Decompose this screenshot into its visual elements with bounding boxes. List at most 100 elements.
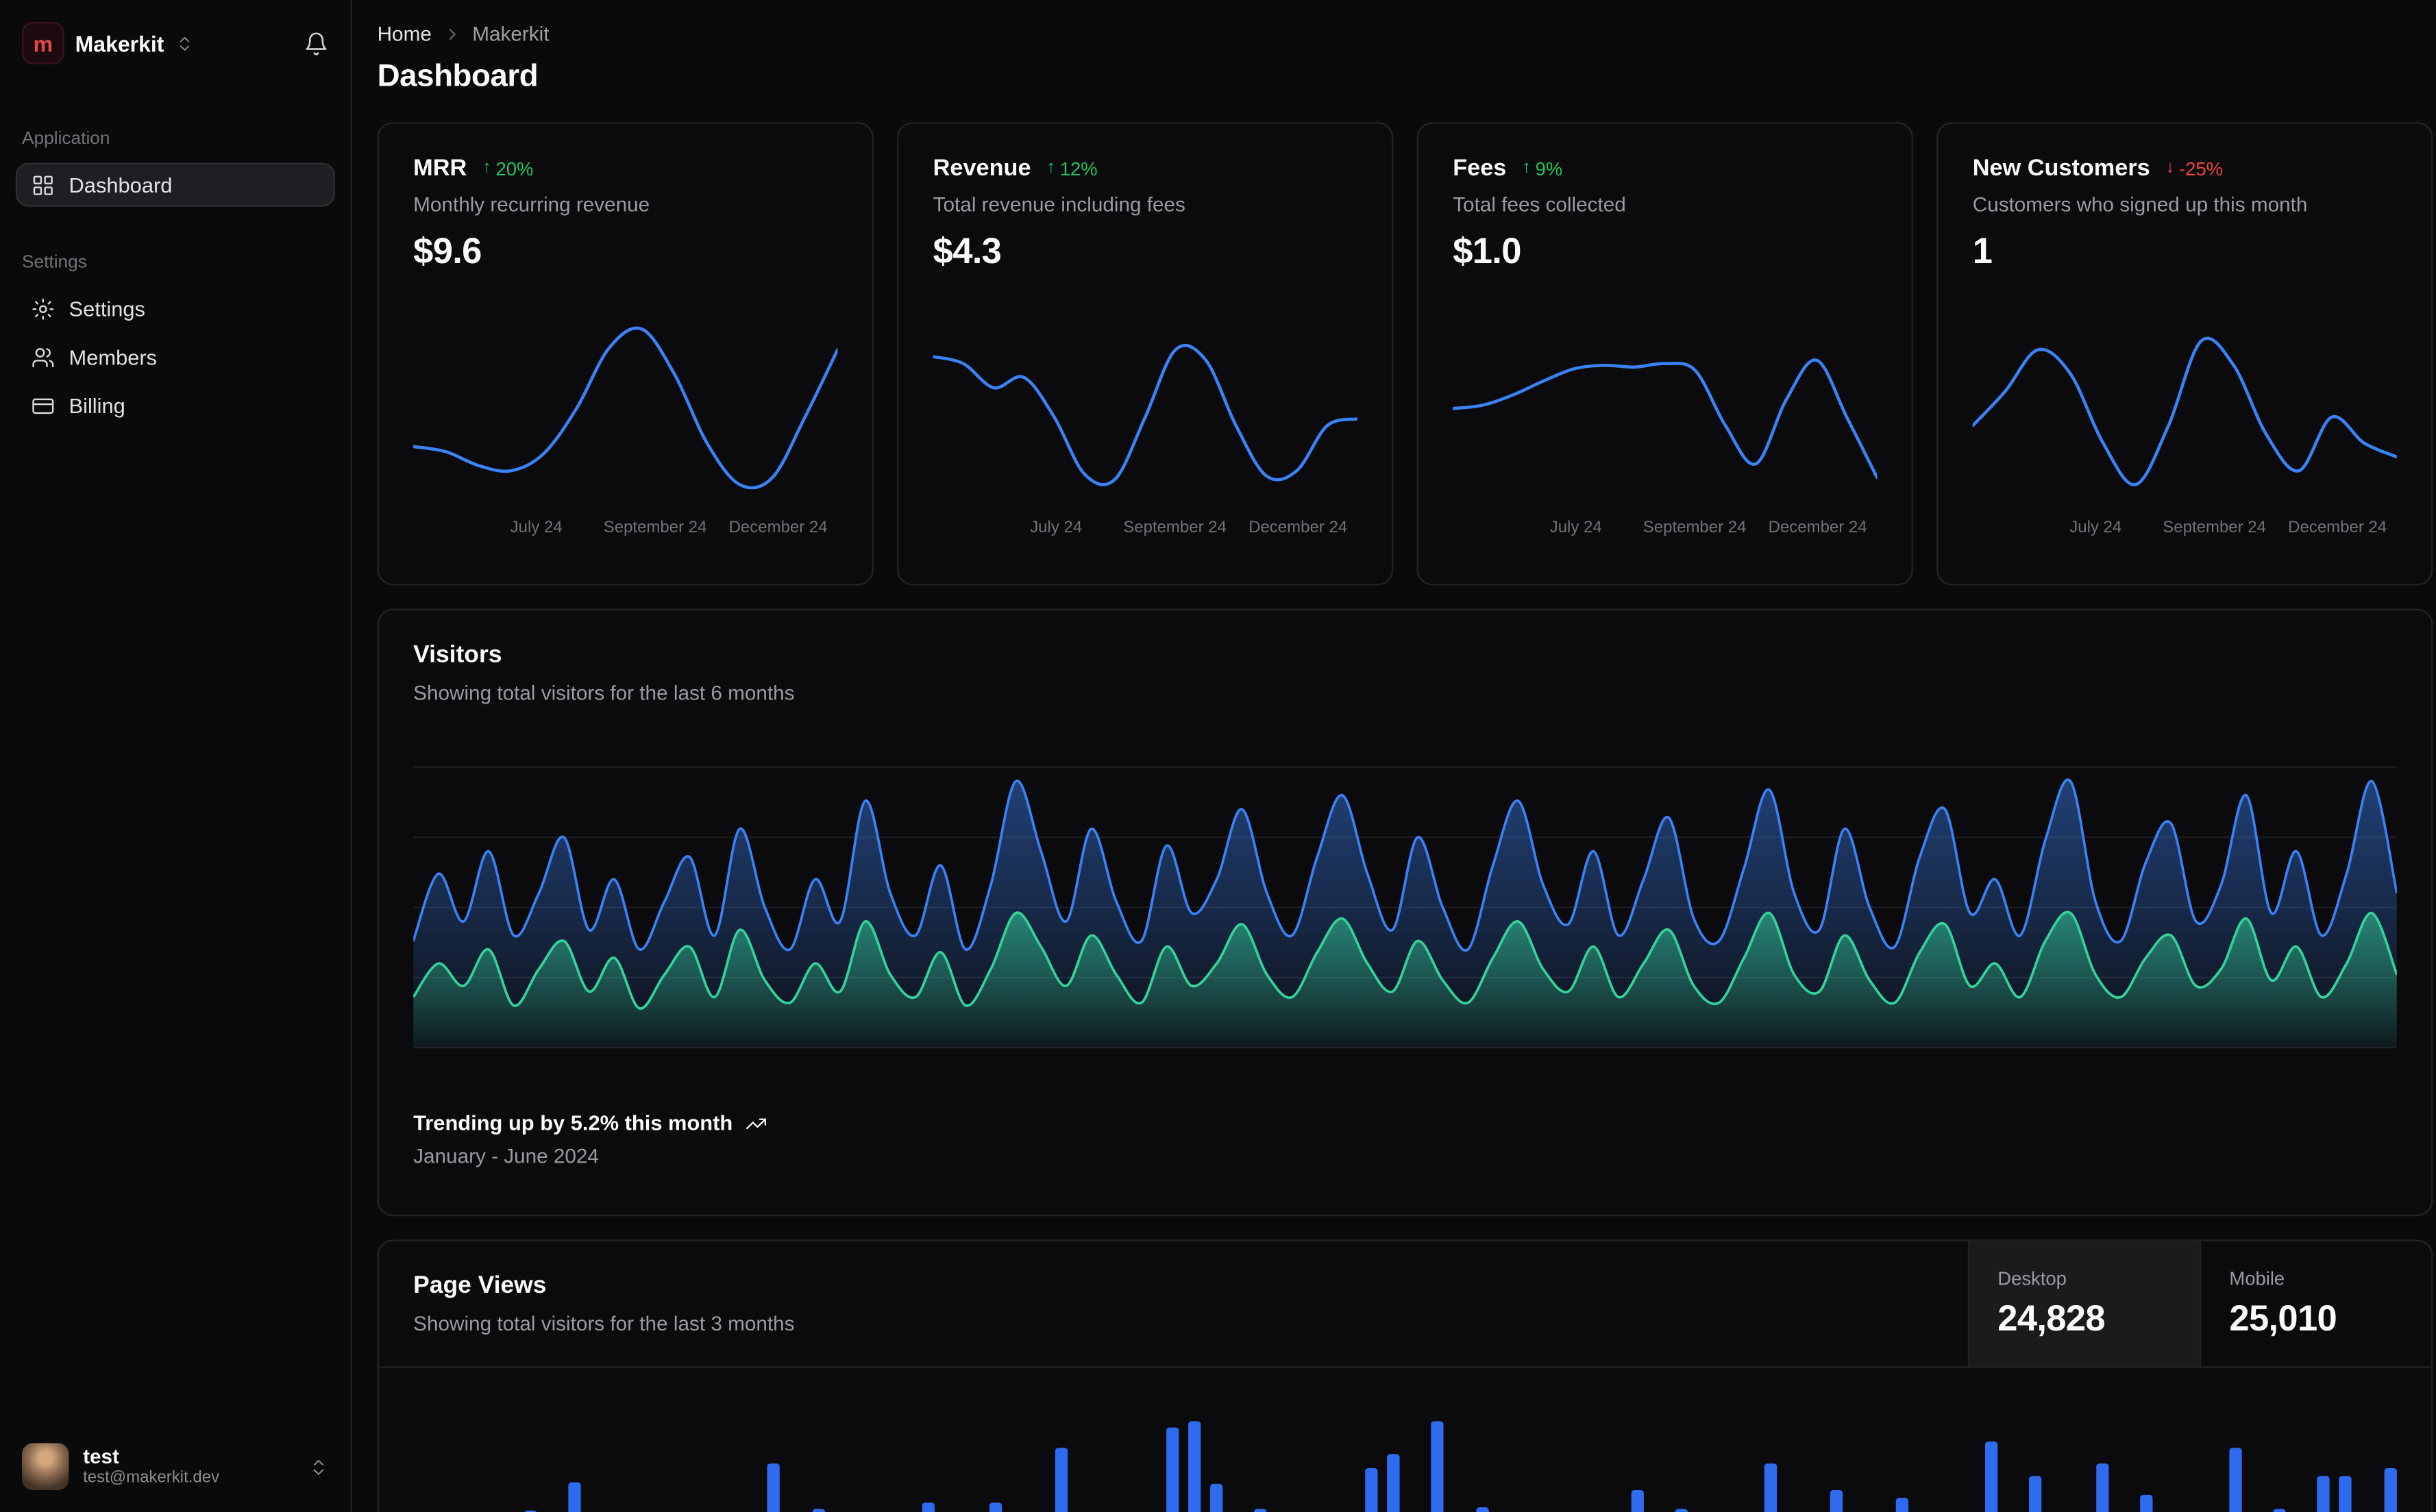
gear-icon (32, 297, 55, 320)
sparkline-chart (413, 314, 837, 502)
breadcrumb-home-link[interactable]: Home (378, 22, 432, 45)
trend-up-icon: ↑ (482, 160, 491, 177)
visitors-trend: Trending up by 5.2% this month (413, 1111, 2397, 1135)
page-views-bar (2383, 1468, 2396, 1512)
chevron-right-icon (443, 24, 461, 42)
page-views-bar (1055, 1448, 1068, 1512)
app-root: m Makerkit Application Dashboard Setting… (0, 0, 2436, 1512)
page-views-bar (568, 1483, 580, 1512)
sparkline-x-axis: July 24 September 24 December 24 (933, 518, 1357, 540)
stat-title: New Customers (1973, 155, 2150, 182)
visitors-card: Visitors Showing total visitors for the … (378, 609, 2433, 1216)
page-views-bar (1255, 1509, 1267, 1512)
page-views-bar (2095, 1463, 2108, 1512)
page-views-bar (989, 1502, 1001, 1512)
stat-value: $4.3 (933, 230, 1357, 273)
page-views-card: Page Views Showing total visitors for th… (378, 1239, 2433, 1512)
sidebar-item-label: Billing (69, 394, 125, 417)
stat-subtitle: Total revenue including fees (933, 193, 1357, 216)
sparkline-x-axis: July 24 September 24 December 24 (1973, 518, 2397, 540)
sparkline-x-axis: July 24 September 24 December 24 (413, 518, 837, 540)
sparkline-x-axis: July 24 September 24 December 24 (1453, 518, 1877, 540)
sidebar: m Makerkit Application Dashboard Setting… (0, 0, 352, 1512)
page-views-bar (2030, 1476, 2042, 1512)
chevrons-up-down-icon (308, 1457, 329, 1477)
page-views-bar (812, 1509, 824, 1512)
page-views-title: Page Views (413, 1272, 1933, 1300)
visitors-subtitle: Showing total visitors for the last 6 mo… (413, 681, 2397, 704)
sparkline-chart (933, 314, 1357, 502)
sidebar-item-dashboard[interactable]: Dashboard (16, 163, 335, 207)
page-views-bar (1188, 1422, 1201, 1512)
user-meta: test test@makerkit.dev (83, 1447, 219, 1487)
user-menu[interactable]: test test@makerkit.dev (16, 1437, 335, 1496)
page-views-bar (922, 1502, 935, 1512)
mobile-value: 25,010 (2229, 1298, 2403, 1340)
stat-card-revenue: Revenue ↑ 12% Total revenue including fe… (897, 122, 1393, 585)
stat-card-mrr: MRR ↑ 20% Monthly recurring revenue $9.6… (378, 122, 874, 585)
trend-up-icon: ↑ (1046, 160, 1055, 177)
sidebar-item-label: Members (69, 345, 158, 369)
page-views-bar-chart (379, 1422, 2431, 1512)
main-content: Home Makerkit Dashboard MRR ↑ 20% (354, 0, 2436, 1512)
stat-value: $1.0 (1453, 230, 1877, 273)
sidebar-item-members[interactable]: Members (16, 335, 335, 379)
sidebar-section-application: Application (22, 130, 335, 149)
credit-card-icon (32, 394, 55, 417)
visitors-range: January - June 2024 (413, 1144, 2397, 1167)
page-views-bar (1210, 1484, 1222, 1512)
page-views-mobile-toggle[interactable]: Mobile 25,010 (2200, 1241, 2431, 1367)
stat-title: Revenue (933, 155, 1031, 182)
chevrons-up-down-icon (175, 34, 193, 52)
stat-subtitle: Customers who signed up this month (1973, 193, 2397, 216)
mobile-label: Mobile (2229, 1268, 2403, 1290)
page-views-bar (1431, 1422, 1444, 1512)
page-title: Dashboard (378, 60, 2433, 96)
page-views-desktop-toggle[interactable]: Desktop 24,828 (1968, 1241, 2200, 1367)
stat-value: $9.6 (413, 230, 837, 273)
page-views-header: Page Views Showing total visitors for th… (379, 1241, 2431, 1368)
visitors-title: Visitors (413, 642, 2397, 670)
user-name: test (83, 1447, 219, 1467)
stat-delta: ↓ -25% (2166, 158, 2223, 179)
sparkline-chart (1453, 314, 1877, 502)
page-views-bar (1985, 1441, 1997, 1512)
trending-up-icon (746, 1112, 767, 1134)
page-views-bar (1631, 1490, 1643, 1512)
visitors-area-chart (413, 745, 2397, 1055)
page-views-bar (767, 1463, 780, 1512)
page-views-bar (1365, 1468, 1377, 1512)
workspace-logo: m (22, 22, 64, 64)
stat-card-new-customers: New Customers ↓ -25% Customers who signe… (1936, 122, 2433, 585)
sidebar-item-billing[interactable]: Billing (16, 384, 335, 427)
bell-icon[interactable] (304, 31, 329, 56)
workspace-switcher[interactable]: m Makerkit (16, 22, 335, 64)
page-views-bar (1830, 1490, 1843, 1512)
stat-title: MRR (413, 155, 467, 182)
desktop-label: Desktop (1997, 1268, 2172, 1290)
breadcrumb: Home Makerkit (378, 22, 2433, 45)
sidebar-item-label: Settings (69, 297, 145, 320)
stat-subtitle: Total fees collected (1453, 193, 1877, 216)
page-views-bar (1166, 1428, 1179, 1512)
sparkline-chart (1973, 314, 2397, 502)
sidebar-section-settings: Settings (22, 253, 335, 272)
stat-delta: ↑ 12% (1046, 158, 1097, 179)
stat-delta: ↑ 9% (1522, 158, 1562, 179)
page-views-bar (1764, 1463, 1776, 1512)
desktop-value: 24,828 (1997, 1298, 2172, 1340)
page-views-bar (1675, 1509, 1688, 1512)
page-views-subtitle: Showing total visitors for the last 3 mo… (413, 1312, 1933, 1335)
trend-down-icon: ↓ (2166, 160, 2175, 177)
workspace-name: Makerkit (75, 31, 164, 56)
breadcrumb-current: Makerkit (472, 22, 549, 45)
stat-card-fees: Fees ↑ 9% Total fees collected $1.0 July… (1417, 122, 1913, 585)
sidebar-item-settings[interactable]: Settings (16, 286, 335, 330)
stat-cards-row: MRR ↑ 20% Monthly recurring revenue $9.6… (378, 122, 2433, 585)
page-views-bar (2317, 1476, 2330, 1512)
sidebar-item-label: Dashboard (69, 173, 173, 196)
page-views-bar (2339, 1476, 2352, 1512)
stat-delta: ↑ 20% (482, 158, 533, 179)
sidebar-nav-application: Dashboard (16, 163, 335, 207)
users-icon (32, 345, 55, 369)
